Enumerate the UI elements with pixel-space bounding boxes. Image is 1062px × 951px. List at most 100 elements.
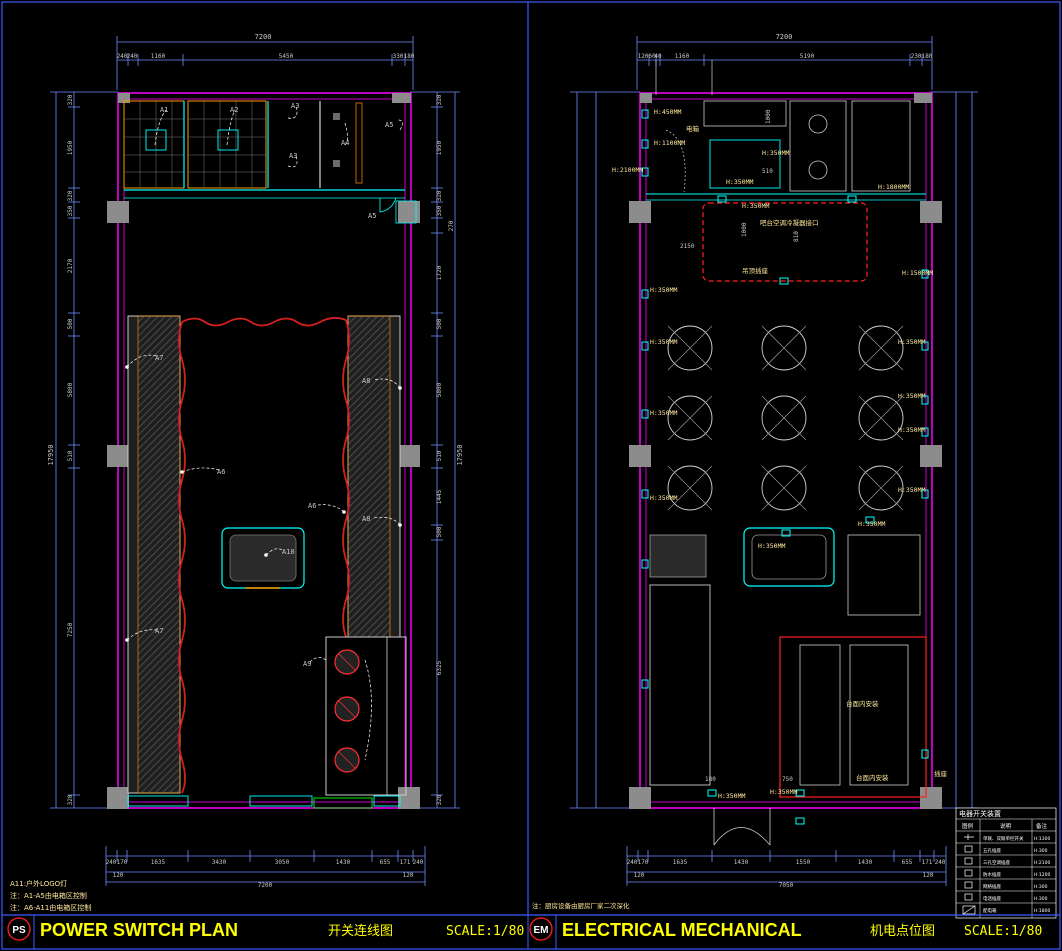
switch-label: A7 [155,354,163,362]
legend-note: H:1200 [1034,872,1050,878]
switch-label: A3 [291,102,299,110]
switch-label: A8 [362,515,370,523]
kitchen-equipment [849,644,909,786]
dim-label: 1950 [67,140,74,155]
dim-label: 1445 [436,489,443,504]
left-top-dimensions [116,36,414,90]
left-top-dim-labels: 240 240 1160 5450 330 180 [117,53,415,60]
dim-label: 120 [923,872,934,879]
dim-label: 180 [705,776,716,783]
dim-label: 500 [436,526,443,537]
legend-desc: 网络插座 [983,883,1001,890]
dim-label: 5450 [279,53,294,60]
left-bottom-dim-labels: 240 170 1635 3430 3050 1430 655 171 240 … [106,859,424,889]
dim-label: 5800 [436,382,443,397]
legend-note: H:1300 [1034,836,1050,842]
column [398,201,420,223]
dim-label: 810 [793,231,800,242]
left-title-cn: 开关连线图 [328,923,393,939]
elevation-label: H:350MM [650,494,677,502]
legend-desc: 三孔空调插座 [983,859,1010,866]
dim-label: 5800 [67,382,74,397]
entrance-door [713,808,771,846]
dim-label: 120 [113,872,124,879]
seating-clusters [667,325,904,511]
legend-desc: 单联、双联单控开关 [983,835,1024,842]
dim-label: 3430 [212,859,227,866]
wc-fixture [808,114,828,134]
room-note: 台面内安装 [846,699,879,708]
kitchen-zone [779,636,927,798]
elevation-label: H:350MM [898,426,925,434]
switch-label: A8 [362,377,370,385]
elevation-label: H:350MM [726,178,753,186]
legend-desc: 电话插座 [983,895,1001,902]
elevation-label: H:350MM [742,202,769,210]
left-wall-panel-inner [137,315,181,794]
left-bottom-dimensions [105,846,426,886]
fixture [333,160,340,167]
dim-label: 320 [436,794,443,805]
switch-label: A9 [303,660,311,668]
dim-label: 350 [436,205,443,216]
elevation-label: H:350MM [898,338,925,346]
floor-drain [217,129,239,151]
elevation-label: H:1100MM [654,139,685,147]
switch-label: A6 [217,468,225,476]
dim-label: 230 [911,53,922,60]
elevation-label: H:1800MM [878,183,909,191]
dim-label: 320 [67,794,74,805]
dim-label: 170 [638,859,649,866]
ps-badge: PS [12,925,26,936]
legend-note: H:300 [1034,884,1048,890]
em-badge: EM [534,925,549,936]
toilet-room [851,100,911,192]
dim-label: 270 [448,220,455,231]
switch-label: A6 [308,502,316,510]
dim-label: 171 [400,859,411,866]
dim-label: 1950 [436,140,443,155]
left-overall-width: 7200 [255,33,272,41]
internal-dims: 2150 1000 810 510 1000 750 180 [680,109,800,783]
dim-label: 1160 [675,53,690,60]
dim-label: 320 [436,190,443,201]
legend-title: 电器开关装置 [959,809,1001,818]
elevation-label: H:350MM [650,286,677,294]
dim-label: 320 [67,190,74,201]
legend-header: 备注 [1036,822,1048,830]
column [107,445,129,467]
elevation-label: H:350MM [898,392,925,400]
right-inner-wall [645,98,927,803]
room-panel [123,100,185,189]
left-notes: A11:户外LOGO灯 注：A1-A5由电箱区控制 注：A6-A11由电箱区控制 [10,879,91,912]
right-columns [629,93,942,809]
right-bottom-dimensions [626,846,947,886]
dim-label: 1635 [673,859,688,866]
dim-label: 655 [902,859,913,866]
legend-table: 电器开关装置 图例 说明 备注 单联、双联单控开关 五孔插座 三孔空调插座 防水… [955,807,1057,919]
wc-fixture [808,160,828,180]
cluster-petals [667,325,904,511]
room-note: 插座 [934,769,948,778]
dim-label: 7250 [67,622,74,637]
switch-label: A5 [385,121,393,129]
dim-label: 7200 [258,882,273,889]
dim-label: 655 [380,859,391,866]
right-bottom-note: 注：厨房设备由厨房厂家二次深化 [532,901,630,910]
left-overall-depth-right: 17950 [456,444,464,465]
right-scale: SCALE:1/80 [964,924,1042,939]
switch-label: A7 [155,627,163,635]
elevation-label: H:350MM [898,486,925,494]
kitchen-equipment [799,644,841,786]
center-table-outer [743,527,835,587]
right-plan: 7200 120 60 40 1160 5190 230 180 H:450MM… [532,33,1057,919]
door-swing [379,197,397,213]
legend-desc: 防水插座 [983,871,1001,878]
elevation-label: H:350MM [650,409,677,417]
legend-note: H:1800 [1034,908,1050,914]
note-line: A11:户外LOGO灯 [10,879,67,888]
dim-label: 240 [127,53,138,60]
left-title-en: POWER SWITCH PLAN [40,920,238,940]
legend-desc: 五孔插座 [983,847,1001,854]
elevation-label: H:350MM [770,788,797,796]
